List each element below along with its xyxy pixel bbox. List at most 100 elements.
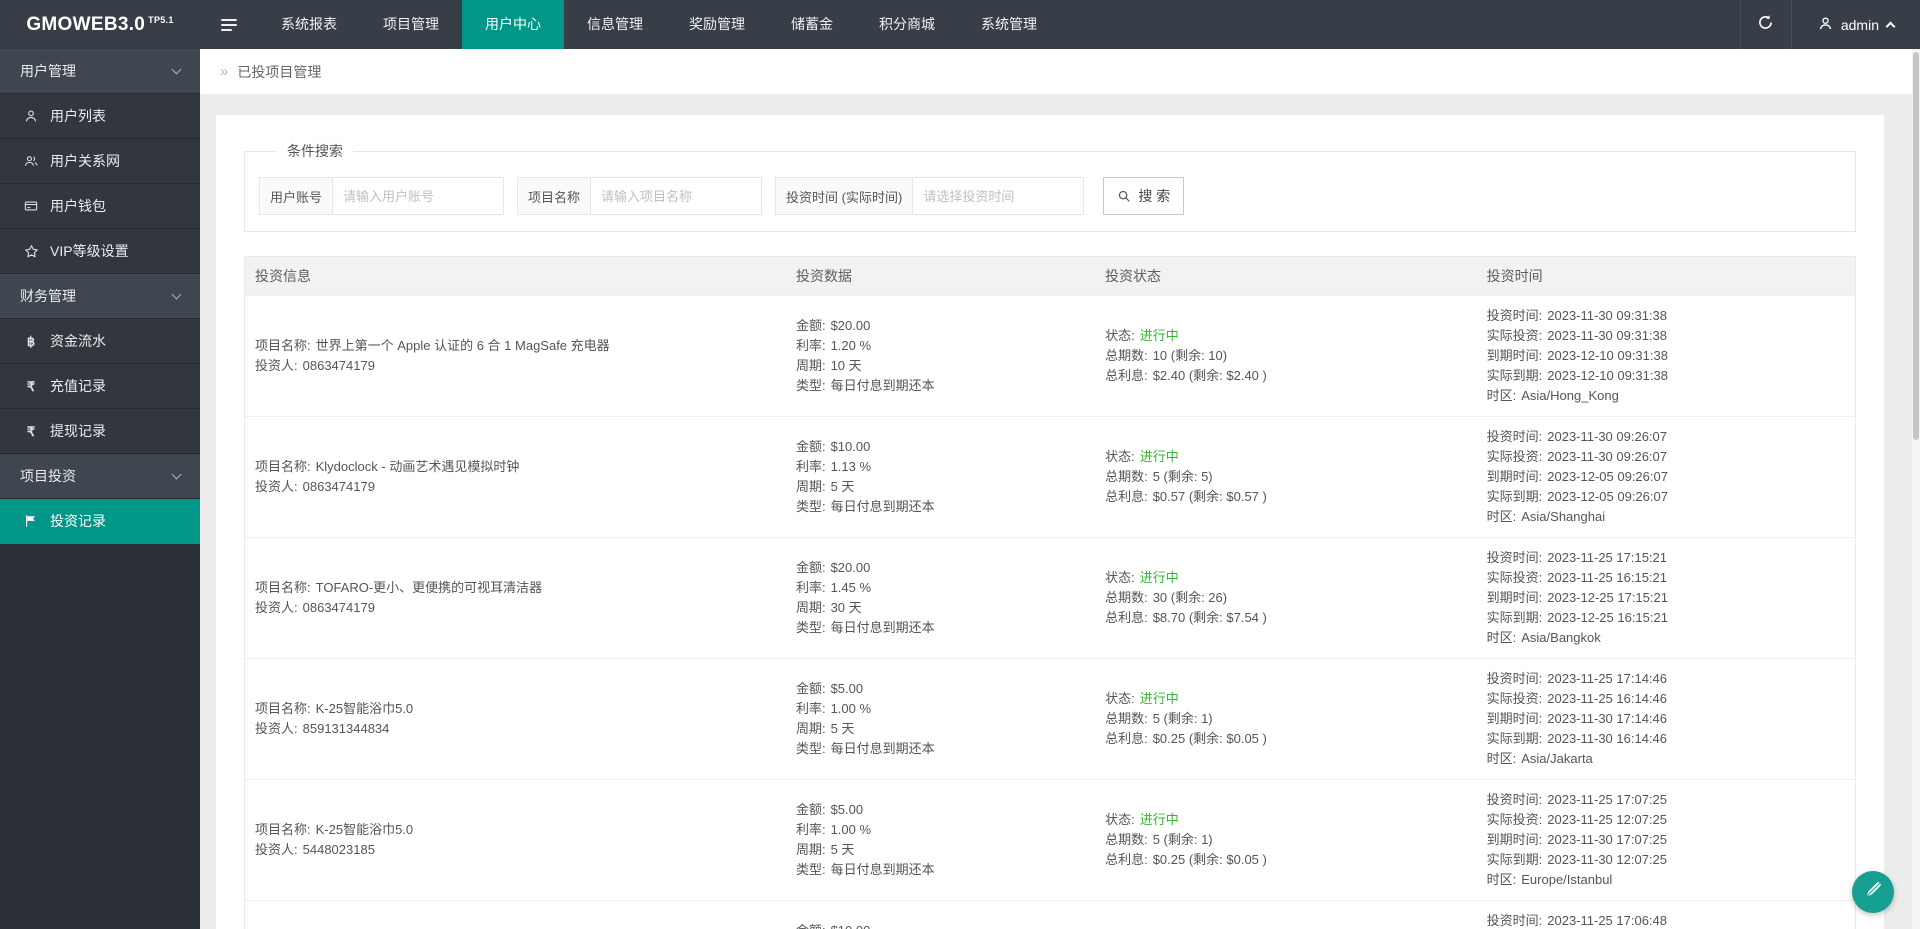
- project-name-label: 项目名称:: [255, 701, 311, 716]
- timezone-label: 时区:: [1486, 630, 1517, 645]
- total-interest-value: $0.57 (剩余: $0.57 ): [1152, 489, 1267, 504]
- amount-label: 金额:: [795, 439, 826, 454]
- sidebar-item[interactable]: 用户列表: [0, 94, 200, 139]
- sidebar-item-label: 资金流水: [50, 333, 106, 349]
- investor-id-value: 0863474179: [302, 600, 375, 615]
- sidebar-item-label: VIP等级设置: [50, 243, 129, 259]
- total-interest-value: $2.40 (剩余: $2.40 ): [1152, 368, 1267, 383]
- nav-item[interactable]: 积分商城: [856, 0, 958, 49]
- nav-item[interactable]: 用户中心: [462, 0, 564, 49]
- invest-time: 投资时间: 2023-11-25 17:07:25: [1487, 790, 1845, 810]
- status-label: 状态:: [1105, 328, 1135, 343]
- search-field-group: 投资时间 (实际时间): [775, 177, 1085, 215]
- vertical-scrollbar[interactable]: [1912, 49, 1920, 929]
- project-name-value: Klydoclock - 动画艺术遇见模拟时钟: [315, 459, 520, 474]
- content-card: 条件搜索 用户账号 项目名称 投资时间 (实际时间) 搜 索 投资信息 投资数据 投资状态…: [216, 115, 1884, 929]
- user-menu[interactable]: admin: [1792, 0, 1920, 49]
- sidebar-item[interactable]: 用户钱包: [0, 184, 200, 229]
- table-row: 项目名称: K-25智能浴巾5.0 投资人: 5448023185 金额: $5.00 利率…: [245, 779, 1855, 900]
- refresh-icon: [1757, 14, 1774, 36]
- breadcrumb-arrows-icon: »: [220, 63, 229, 80]
- actual-due-time: 实际到期: 2023-11-30 16:14:46: [1487, 729, 1845, 749]
- due-time-label: 到期时间:: [1486, 711, 1543, 726]
- flag-icon: [22, 514, 40, 528]
- actual-due-time-value: 2023-12-25 16:15:21: [1547, 610, 1668, 625]
- due-time: 到期时间: 2023-12-10 09:31:38: [1487, 346, 1845, 366]
- scrollbar-thumb[interactable]: [1913, 52, 1919, 440]
- sidebar-item[interactable]: ₹ 充值记录: [0, 364, 200, 409]
- sidebar-item-label: 用户列表: [50, 108, 106, 124]
- payout-type-label: 类型:: [795, 741, 826, 756]
- top-nav-menu: 系统报表 项目管理 用户中心 信息管理 奖励管理 储蓄金 积分商城 系统管理: [258, 0, 1060, 49]
- sidebar-section[interactable]: 项目投资: [0, 454, 200, 499]
- cell-invest-status: 状态: 进行中 总期数: 5 (剩余: 5) 总利息: $0.57 (剩余: $0.57 …: [1095, 447, 1477, 507]
- sidebar-section-label: 用户管理: [20, 63, 76, 79]
- sidebar-section[interactable]: 财务管理: [0, 274, 200, 319]
- nav-item[interactable]: 系统管理: [958, 0, 1060, 49]
- invest-time: 投资时间: 2023-11-25 17:06:48: [1487, 911, 1845, 929]
- timezone-value: Asia/Bangkok: [1521, 630, 1601, 645]
- floating-action-button[interactable]: [1852, 871, 1894, 913]
- menu-toggle-icon[interactable]: [200, 0, 258, 49]
- total-interest-label: 总利息:: [1105, 489, 1148, 504]
- sidebar-section[interactable]: 用户管理: [0, 49, 200, 94]
- nav-item[interactable]: 系统报表: [258, 0, 360, 49]
- sidebar-item[interactable]: ฿ 资金流水: [0, 319, 200, 364]
- investor-id-value: 859131344834: [302, 721, 390, 736]
- status: 状态: 进行中: [1105, 568, 1467, 588]
- actual-due-time-label: 实际到期:: [1486, 368, 1543, 383]
- search-input[interactable]: [332, 177, 505, 215]
- investor-id-label: 投资人:: [255, 721, 298, 736]
- investor-id-value: 0863474179: [302, 358, 375, 373]
- cell-invest-data: 金额: $20.00 利率: 1.45 % 周期: 30 天类型: 每日付息到期还本: [786, 558, 1095, 638]
- due-time-label: 到期时间:: [1486, 590, 1543, 605]
- search-input[interactable]: [912, 177, 1085, 215]
- actual-invest-time-label: 实际投资:: [1486, 691, 1543, 706]
- status: 状态: 进行中: [1105, 326, 1467, 346]
- payout-type: 类型: 每日付息到期还本: [796, 376, 1085, 396]
- total-interest-label: 总利息:: [1105, 731, 1148, 746]
- column-header: 投资信息: [255, 268, 311, 284]
- search-button-label: 搜 索: [1138, 188, 1171, 204]
- user-icon: [22, 109, 40, 123]
- actual-invest-time-label: 实际投资:: [1486, 328, 1543, 343]
- investor-id: 投资人: 0863474179: [255, 477, 776, 497]
- nav-item[interactable]: 项目管理: [360, 0, 462, 49]
- chevron-down-icon: [171, 289, 182, 299]
- amount-label: 金额:: [795, 802, 826, 817]
- total-periods: 总期数: 5 (剩余: 5): [1105, 467, 1467, 487]
- project-name-value: TOFARO-更小、更便携的可视耳清洁器: [315, 580, 543, 595]
- total-interest: 总利息: $0.25 (剩余: $0.05 ): [1105, 850, 1467, 870]
- actual-invest-time-value: 2023-11-25 16:15:21: [1547, 570, 1667, 585]
- nav-item[interactable]: 储蓄金: [768, 0, 856, 49]
- status: 状态: 进行中: [1105, 689, 1467, 709]
- actual-invest-time-value: 2023-11-25 12:07:25: [1547, 812, 1667, 827]
- username: admin: [1840, 16, 1879, 33]
- timezone-value: Asia/Jakarta: [1521, 751, 1593, 766]
- status-label: 状态:: [1105, 449, 1135, 464]
- sidebar-item[interactable]: 用户关系网: [0, 139, 200, 184]
- wallet-icon: [22, 199, 40, 213]
- search-form: 用户账号 项目名称 投资时间 (实际时间) 搜 索: [259, 177, 1841, 215]
- search-input[interactable]: [590, 177, 763, 215]
- cell-invest-time: 投资时间: 2023-11-30 09:26:07 实际投资: 2023-11-30 …: [1477, 427, 1855, 527]
- nav-item[interactable]: 奖励管理: [666, 0, 768, 49]
- app-logo-text: GMOWEB3.0: [26, 13, 146, 35]
- project-name-label: 项目名称:: [255, 580, 311, 595]
- sidebar-item[interactable]: 投资记录: [0, 499, 200, 544]
- chevron-down-icon: [171, 64, 182, 74]
- interest-rate-value: 1.45 %: [830, 580, 872, 595]
- search-button[interactable]: 搜 索: [1103, 177, 1185, 215]
- cell-invest-info: 项目名称: 世界上第一个 Apple 认证的 6 合 1 MagSafe 充电器投…: [245, 336, 786, 376]
- sidebar-item[interactable]: ₹ 提现记录: [0, 409, 200, 454]
- refresh-button[interactable]: [1739, 0, 1792, 49]
- sidebar-item[interactable]: VIP等级设置: [0, 229, 200, 274]
- total-interest: 总利息: $8.70 (剩余: $7.54 ): [1105, 608, 1467, 628]
- payout-type-value: 每日付息到期还本: [830, 378, 935, 393]
- period-value: 10 天: [830, 358, 862, 373]
- investments-table: 投资信息 投资数据 投资状态 投资时间 项目名称: 世界上第一个 Apple 认证的 6 …: [244, 256, 1856, 929]
- nav-item[interactable]: 信息管理: [564, 0, 666, 49]
- timezone-label: 时区:: [1486, 509, 1517, 524]
- top-navbar: GMOWEB3.0 TP5.1 系统报表 项目管理 用户中心 信息管理 奖励管理 储蓄金 积分…: [0, 0, 1920, 49]
- actual-invest-time-label: 实际投资:: [1486, 570, 1543, 585]
